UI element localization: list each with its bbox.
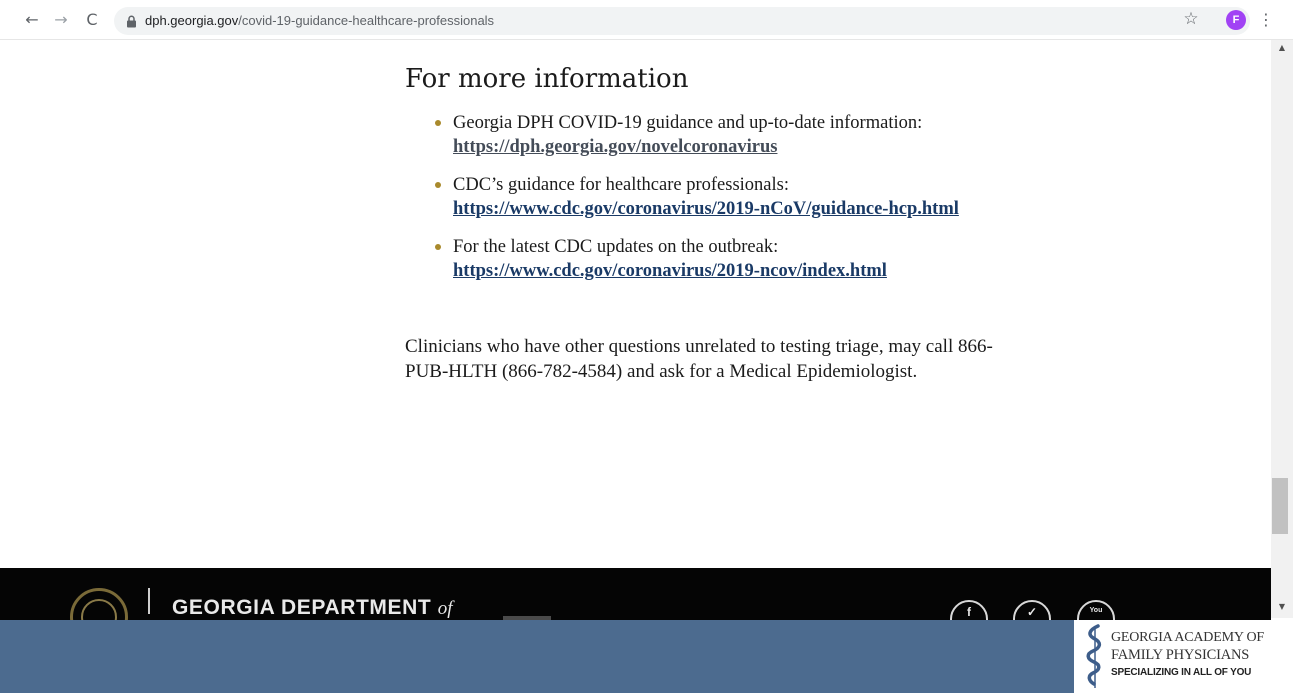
footer-divider [148, 588, 150, 614]
info-list: Georgia DPH COVID-19 guidance and up-to-… [405, 111, 985, 297]
bullet-icon [435, 244, 441, 250]
gafp-name-line1: GEORGIA ACADEMY OF [1111, 630, 1265, 645]
list-item-text: Georgia DPH COVID-19 guidance and up-to-… [453, 113, 923, 133]
url-text[interactable]: dph.georgia.gov/covid-19-guidance-health… [145, 7, 494, 35]
url-path: /covid-19-guidance-healthcare-profession… [238, 13, 495, 28]
bullet-icon [435, 120, 441, 126]
profile-avatar[interactable]: F [1226, 10, 1246, 30]
scroll-down-arrow-icon[interactable]: ▼ [1271, 601, 1293, 613]
list-item: For the latest CDC updates on the outbre… [405, 235, 985, 283]
footer-title-main: GEORGIA DEPARTMENT [172, 596, 438, 619]
list-item-text: For the latest CDC updates on the outbre… [453, 237, 779, 257]
cdc-guidance-hcp-link[interactable]: https://www.cdc.gov/coronavirus/2019-nCo… [453, 199, 959, 219]
forward-arrow-icon[interactable]: → [50, 9, 72, 31]
cdc-updates-link[interactable]: https://www.cdc.gov/coronavirus/2019-nco… [453, 261, 887, 281]
youtube-icon[interactable]: You [1077, 600, 1115, 620]
gafp-tagline: SPECIALIZING IN ALL OF YOU [1111, 667, 1252, 678]
dph-novelcoronavirus-link[interactable]: https://dph.georgia.gov/novelcoronavirus [453, 137, 777, 157]
gafp-name-line2: FAMILY PHYSICIANS [1111, 647, 1250, 663]
georgia-seal-logo-icon [70, 588, 128, 620]
bookmark-star-icon[interactable]: ☆ [1180, 8, 1202, 30]
bullet-icon [435, 182, 441, 188]
gafp-logo-box: GEORGIA ACADEMY OF FAMILY PHYSICIANS SPE… [1074, 620, 1293, 693]
page-content: For more information Georgia DPH COVID-1… [0, 40, 1271, 568]
address-bar[interactable]: dph.georgia.gov/covid-19-guidance-health… [114, 7, 1250, 35]
scrollbar-thumb[interactable] [1272, 478, 1288, 534]
clinicians-paragraph: Clinicians who have other questions unre… [405, 336, 993, 382]
caduceus-logo-icon [1086, 624, 1102, 688]
section-heading: For more information [405, 64, 689, 94]
more-menu-icon[interactable]: ⋮ [1258, 9, 1274, 31]
reload-icon[interactable]: C [81, 9, 103, 31]
twitter-icon[interactable]: ✓ [1013, 600, 1051, 620]
list-item: CDC’s guidance for healthcare profession… [405, 173, 985, 221]
list-item: Georgia DPH COVID-19 guidance and up-to-… [405, 111, 985, 159]
url-domain: dph.georgia.gov [145, 13, 239, 28]
back-arrow-icon[interactable]: ← [21, 9, 43, 31]
facebook-icon[interactable]: f [950, 600, 988, 620]
footer-department-title: GEORGIA DEPARTMENT of [172, 596, 453, 620]
footer-title-of: of [437, 598, 453, 619]
browser-toolbar: ← → C dph.georgia.gov/covid-19-guidance-… [0, 0, 1293, 40]
scroll-up-arrow-icon[interactable]: ▲ [1271, 42, 1293, 54]
site-footer: GEORGIA DEPARTMENT of f ✓ You [0, 568, 1271, 620]
seal-inner-ring [81, 599, 117, 620]
list-item-text: CDC’s guidance for healthcare profession… [453, 175, 789, 195]
lock-icon [127, 15, 136, 28]
